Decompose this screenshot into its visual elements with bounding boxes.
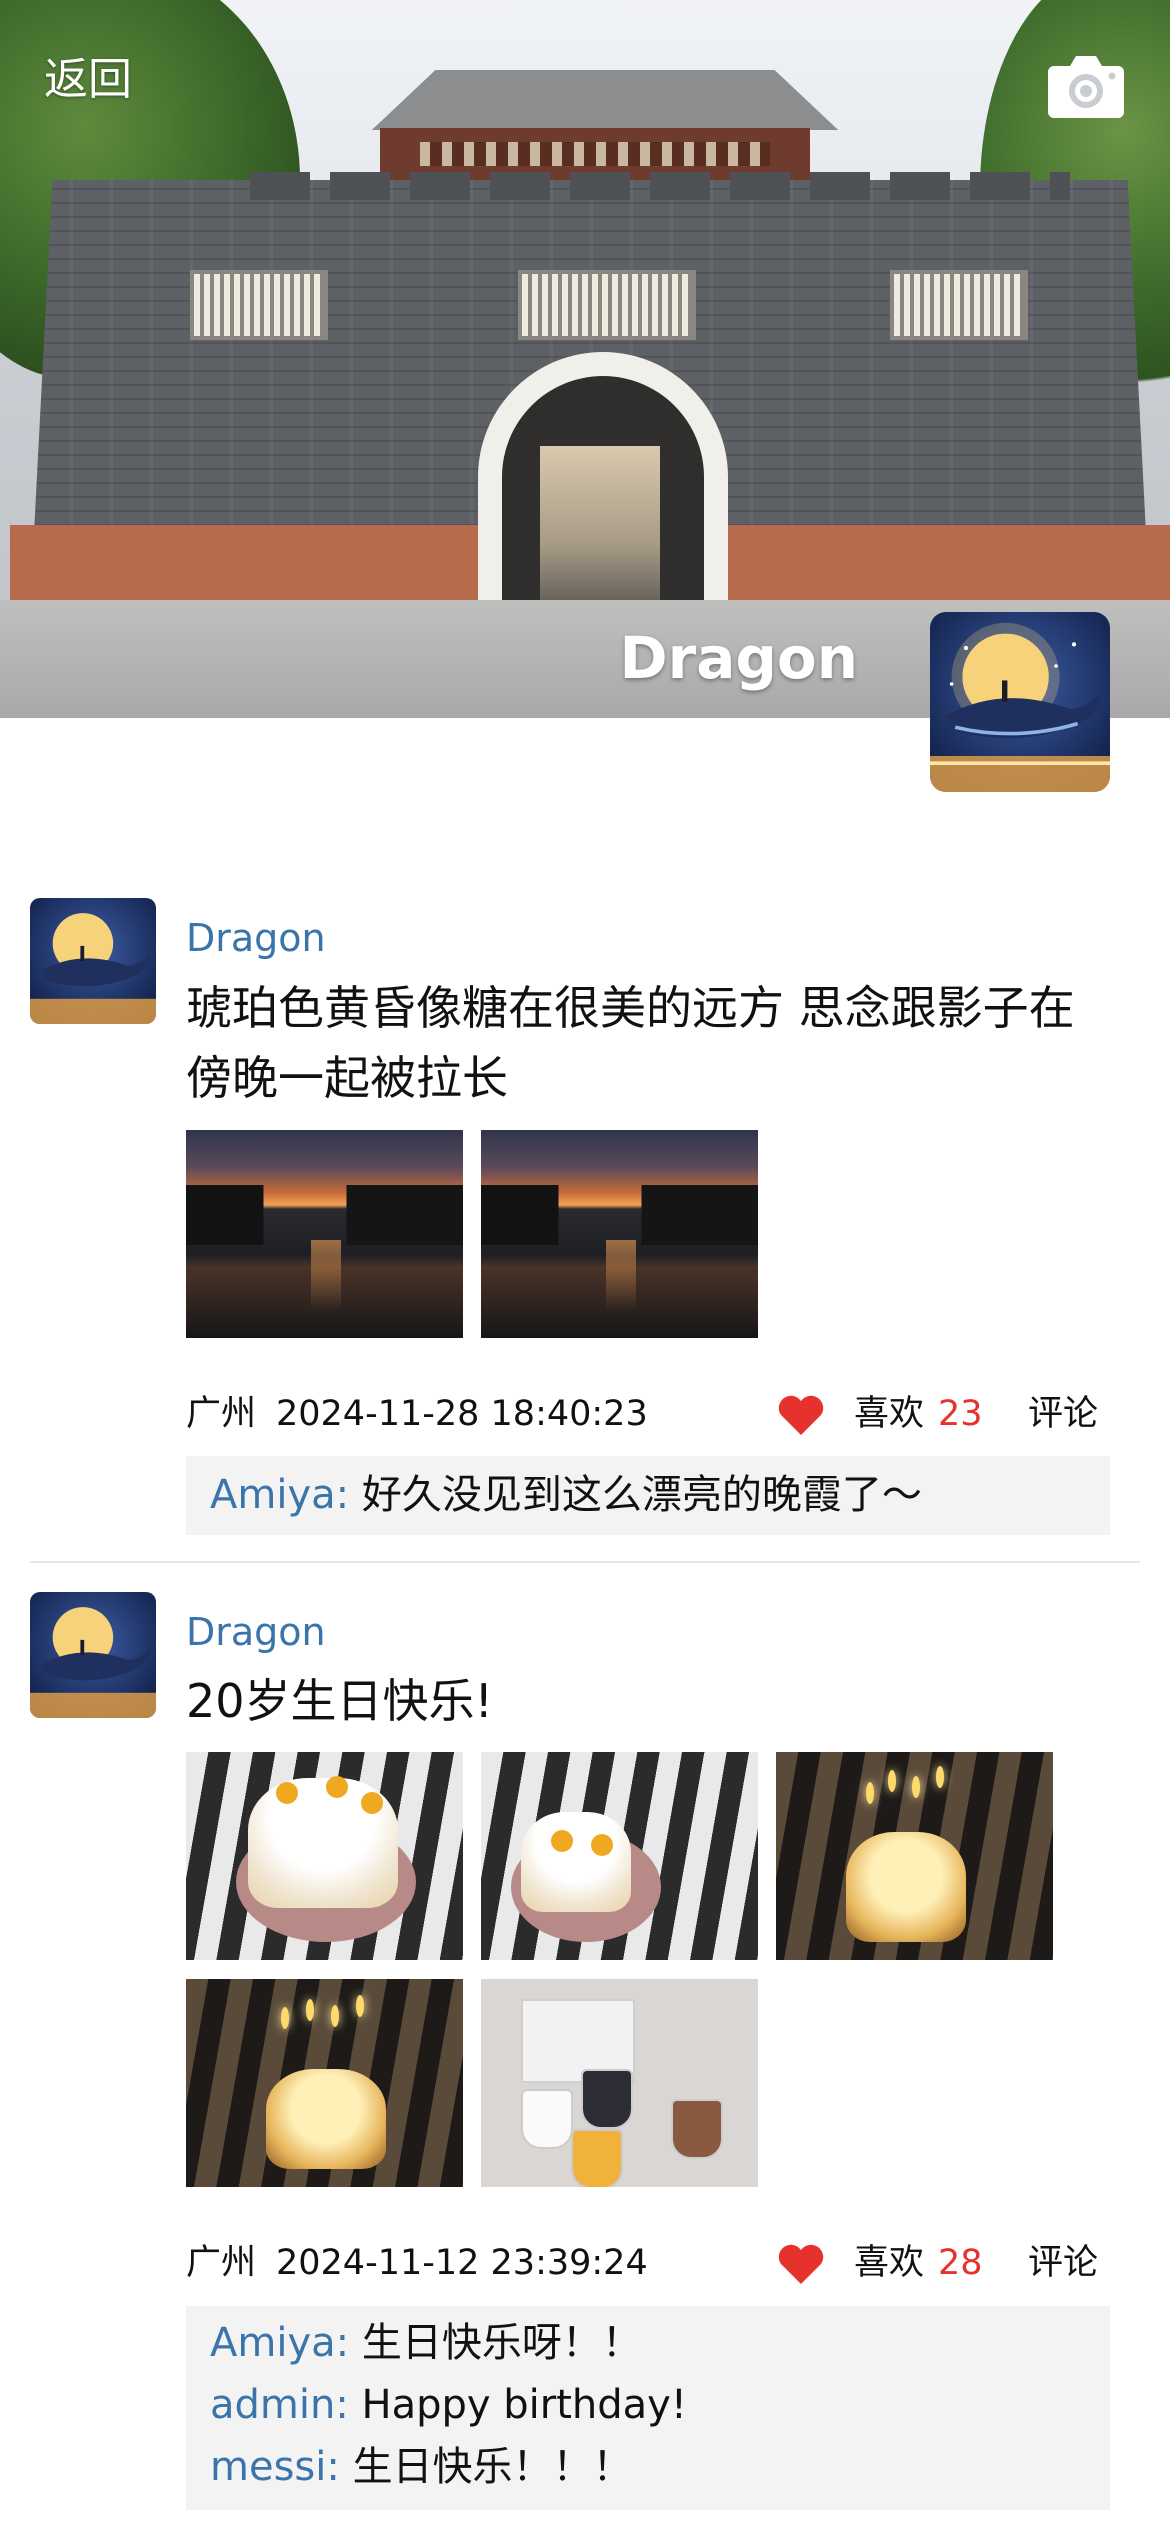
post-time: 2024-11-12 23:39:24: [276, 2243, 648, 2283]
profile-username: Dragon: [619, 624, 858, 692]
cake-photo: [186, 1752, 463, 1960]
heart-icon[interactable]: [776, 2242, 826, 2286]
like-button[interactable]: 喜欢: [854, 2238, 924, 2288]
comment-user[interactable]: Amiya:: [210, 2320, 349, 2366]
post-author[interactable]: Dragon: [186, 913, 326, 963]
post-text: 琥珀色黄昏像糖在很美的远方 思念跟影子在傍晚一起被拉长: [186, 981, 1075, 1105]
whale-avatar-art: [30, 898, 156, 1024]
heart-icon[interactable]: [776, 1393, 826, 1437]
cover-window: [890, 270, 1028, 340]
post-image[interactable]: [481, 1979, 758, 2187]
like-button[interactable]: 喜欢: [854, 1389, 924, 1439]
comment-item[interactable]: Amiya: 生日快乐呀！！: [186, 2312, 1110, 2374]
whale-avatar-art: [930, 612, 1110, 792]
post-divider: [30, 1561, 1140, 1563]
cake-candles-photo: [186, 1979, 463, 2187]
post-image[interactable]: [481, 1752, 758, 1960]
cover-image: [0, 0, 1170, 718]
cover-arch-opening: [502, 376, 704, 612]
snacks-photo: [481, 1979, 758, 2187]
post-author[interactable]: Dragon: [186, 1607, 326, 1657]
comment-item[interactable]: Amiya: 好久没见到这么漂亮的晚霞了～: [186, 1464, 1110, 1526]
cake-photo: [481, 1752, 758, 1960]
cover-battlement: [250, 172, 1070, 200]
cover-window: [518, 270, 696, 340]
cover-window: [190, 270, 328, 340]
post-image[interactable]: [776, 1752, 1053, 1960]
post-meta-bar: 广州 2024-11-12 23:39:24 喜欢 28 评论: [186, 2238, 1110, 2288]
sunset-river-photo: [186, 1130, 463, 1338]
comment-user[interactable]: messi:: [210, 2444, 340, 2490]
sunset-river-photo: [481, 1130, 758, 1338]
camera-icon[interactable]: [1046, 50, 1126, 120]
comment-text: 生日快乐！！！: [352, 2444, 633, 2490]
like-count: 28: [938, 2243, 983, 2283]
comment-text: 生日快乐呀！！: [361, 2320, 642, 2366]
like-count: 23: [938, 1394, 983, 1434]
post-image[interactable]: [186, 1130, 463, 1338]
comment-user[interactable]: admin:: [210, 2382, 349, 2428]
comment-item[interactable]: admin: Happy birthday!: [186, 2374, 1110, 2436]
whale-avatar-art: [30, 1592, 156, 1718]
post-location: 广州: [186, 1394, 257, 1434]
cake-candles-photo: [776, 1752, 1053, 1960]
comment-list: Amiya: 好久没见到这么漂亮的晚霞了～: [186, 1456, 1110, 1535]
post-time: 2024-11-28 18:40:23: [276, 1394, 648, 1434]
comment-button[interactable]: 评论: [1028, 2238, 1098, 2288]
post-avatar[interactable]: [30, 1592, 156, 1718]
post-meta-bar: 广州 2024-11-28 18:40:23 喜欢 23 评论: [186, 1389, 1110, 1439]
post-image[interactable]: [186, 1752, 463, 1960]
post-avatar[interactable]: [30, 898, 156, 1024]
back-button[interactable]: 返回: [44, 50, 132, 110]
comment-text: 好久没见到这么漂亮的晚霞了～: [361, 1472, 922, 1518]
comment-item[interactable]: messi: 生日快乐！！！: [186, 2436, 1110, 2498]
comment-button[interactable]: 评论: [1028, 1389, 1098, 1439]
post-location: 广州: [186, 2243, 257, 2283]
post-text: 20岁生日快乐!: [186, 1674, 493, 1728]
comment-text: Happy birthday!: [361, 2382, 687, 2428]
comment-user[interactable]: Amiya:: [210, 1472, 349, 1518]
comment-list: Amiya: 生日快乐呀！！ admin: Happy birthday! me…: [186, 2306, 1110, 2510]
profile-avatar[interactable]: [930, 612, 1110, 792]
post-image[interactable]: [481, 1130, 758, 1338]
post-image[interactable]: [186, 1979, 463, 2187]
